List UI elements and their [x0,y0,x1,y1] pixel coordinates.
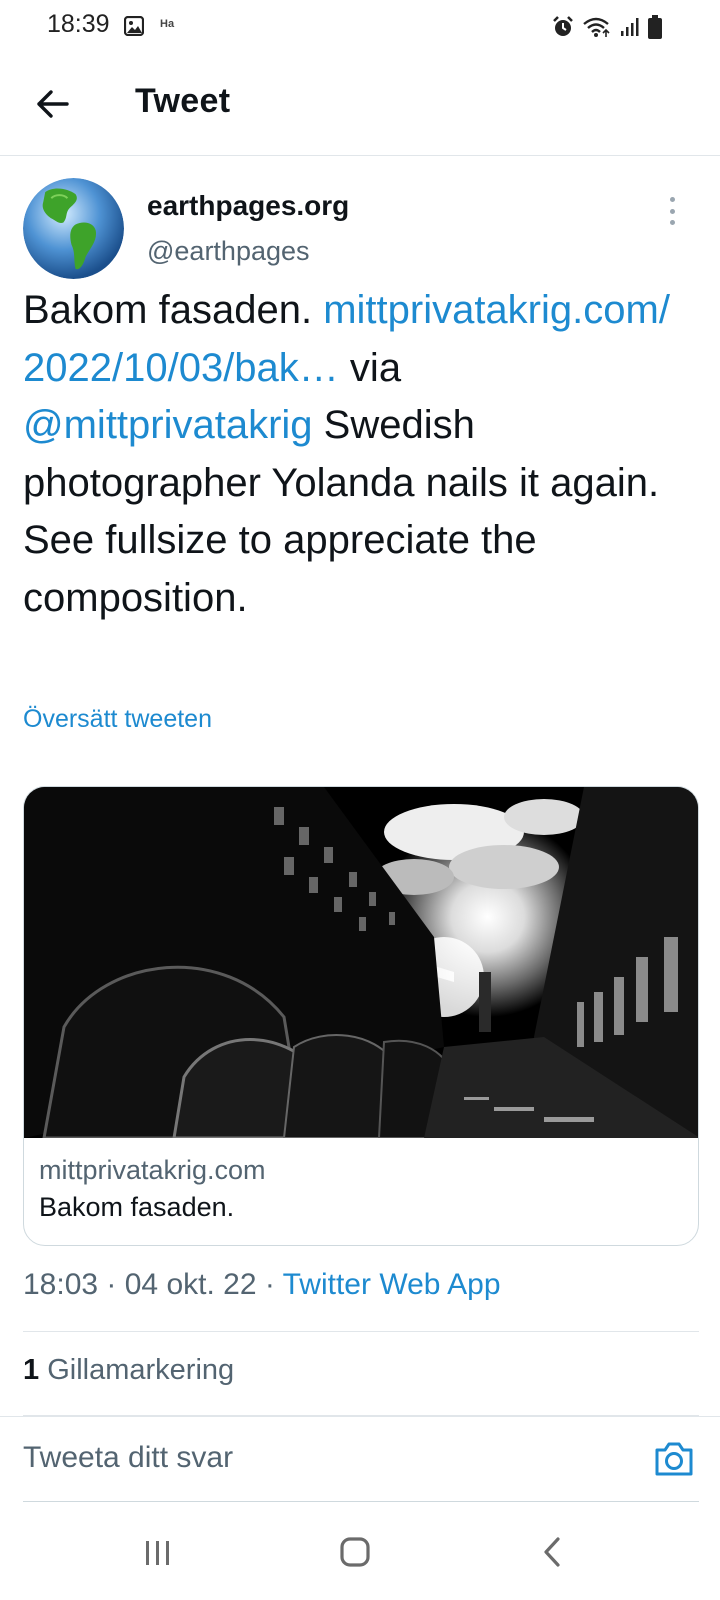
card-domain: mittprivatakrig.com [39,1155,266,1185]
back-button[interactable] [28,82,76,126]
avatar[interactable] [23,178,124,279]
tweet-text: Bakom fasaden. mittprivatakrig.com/​2022… [23,282,693,627]
like-count: 1 [23,1354,40,1386]
recent-apps-icon [146,1541,169,1565]
status-bar: 18:39 Ha [0,0,720,52]
reply-bar [0,1416,720,1502]
more-dot [669,197,675,202]
globe-icon [23,178,124,279]
home-icon [340,1537,370,1567]
likes-count[interactable]: 1 Gillamarkering [23,1354,234,1387]
status-icons [552,14,662,40]
like-label: Gillamarkering [39,1354,235,1386]
status-time: 18:39 [47,10,110,38]
divider [23,1331,699,1332]
tweet-date: 04 okt. 22 [124,1268,257,1301]
nav-back-button[interactable] [512,1522,592,1582]
page-title: Tweet [135,82,231,120]
camera-button[interactable] [652,1437,696,1481]
tweet-time: 18:03 [23,1268,99,1301]
gallery-icon [124,16,144,36]
app-header: Tweet [0,52,720,156]
more-dot [669,220,675,225]
battery-icon [648,15,662,39]
translate-link[interactable]: Översätt tweeten [23,705,212,734]
more-vertical-icon[interactable] [662,194,682,228]
tweet-source-link[interactable]: Twitter Web App [283,1268,501,1301]
wifi-icon [583,17,610,37]
tweet-text-part: via [338,345,402,390]
back-icon [544,1537,560,1567]
more-dot [669,208,675,214]
recent-apps-button[interactable] [118,1522,198,1582]
tweet-text-part: Bakom fasaden. [23,288,324,332]
tweet-meta: 18:03 · 04 okt. 22 · Twitter Web App [23,1268,501,1302]
card-title: Bakom fasaden. [39,1192,235,1222]
signal-icon [621,18,639,36]
author-name[interactable]: earthpages.org [147,190,349,222]
mention-link[interactable]: @mittprivatakrig [23,403,313,447]
arrow-left-icon [37,90,69,118]
camera-icon [655,1442,693,1476]
notification-label: Ha [160,18,175,30]
alarm-icon [553,16,573,36]
author-handle[interactable]: @earthpages [147,236,310,267]
system-nav-bar [0,1502,720,1600]
home-button[interactable] [315,1522,395,1582]
meta-separator: · [98,1268,125,1301]
reply-input[interactable] [23,1427,623,1489]
meta-separator: · [256,1268,283,1301]
card-image [24,787,698,1138]
link-card[interactable]: mittprivatakrig.com Bakom fasaden. [23,786,699,1246]
